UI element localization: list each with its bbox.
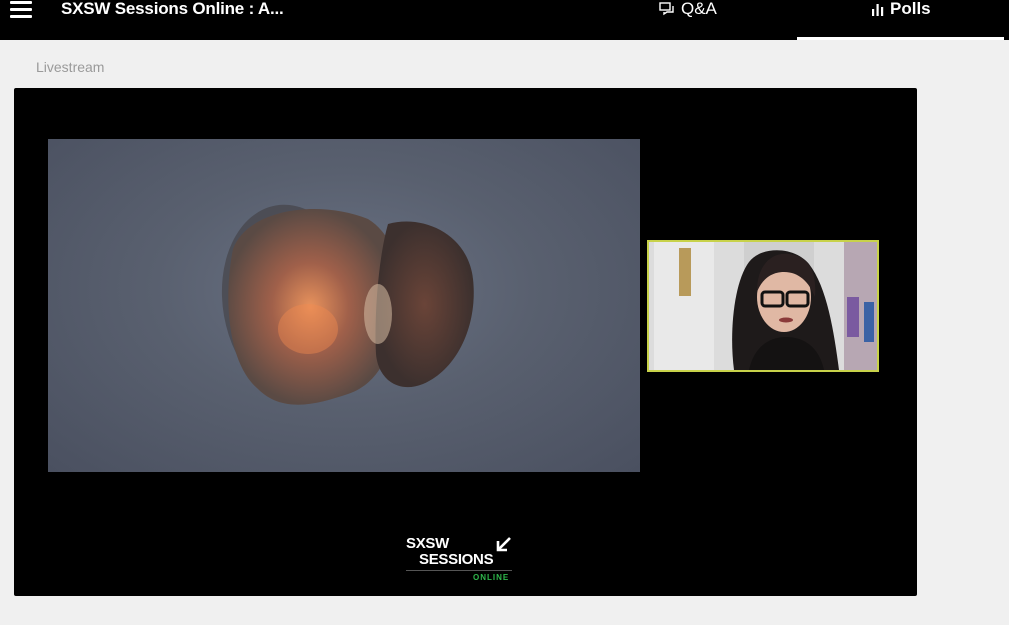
arrow-down-left-icon (496, 537, 511, 552)
top-app-bar: SXSW Sessions Online : A... Q&A Polls (0, 0, 1009, 40)
logo-line-2: SESSIONS (419, 551, 494, 568)
main-video-feed (48, 139, 640, 472)
livestream-player[interactable]: SXSW SESSIONS ONLINE (14, 88, 917, 596)
logo-line-3: ONLINE (473, 573, 510, 582)
hamburger-menu-icon[interactable] (8, 0, 36, 20)
tab-polls[interactable]: Polls (797, 0, 1004, 40)
section-label-livestream: Livestream (36, 59, 105, 75)
tab-qa-label: Q&A (681, 0, 717, 18)
active-tab-indicator (797, 37, 1004, 40)
app-title: SXSW Sessions Online : A... (61, 0, 284, 18)
sxsw-sessions-logo: SXSW SESSIONS ONLINE (405, 534, 515, 586)
logo-line-1: SXSW (406, 535, 449, 552)
logo-divider (406, 570, 512, 571)
tab-qa[interactable]: Q&A (659, 0, 779, 40)
presenter-video-pip[interactable] (647, 240, 879, 372)
presenter-image (649, 242, 877, 370)
chat-bubbles-icon (659, 2, 674, 16)
cell-embryo-image (221, 204, 474, 405)
tab-polls-label: Polls (890, 0, 931, 18)
bar-chart-icon (872, 4, 884, 16)
